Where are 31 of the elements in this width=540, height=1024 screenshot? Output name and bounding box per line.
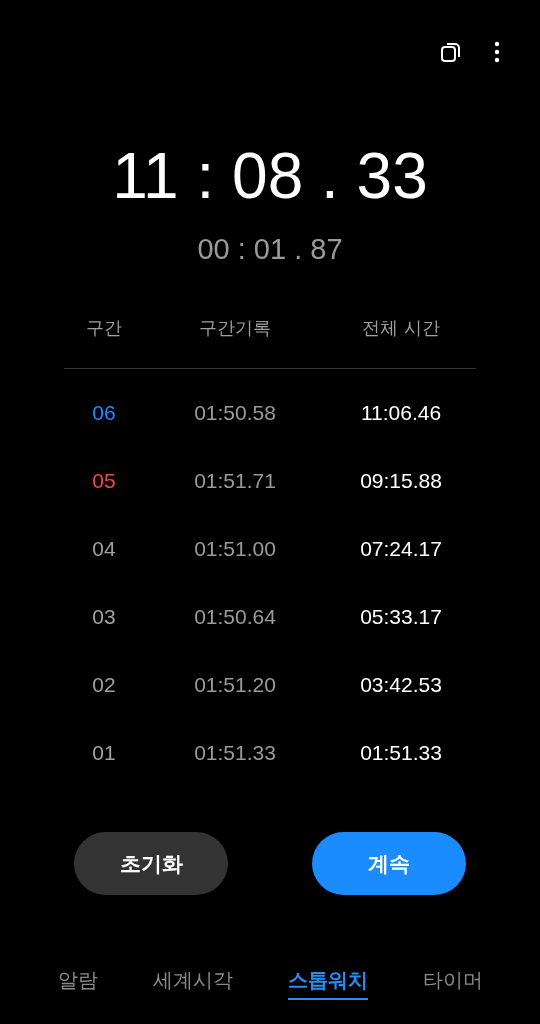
lap-number: 05 [92,469,116,493]
lap-number: 02 [92,673,116,697]
more-icon[interactable] [494,41,500,63]
lap-total: 09:15.88 [360,469,442,493]
lap-number: 06 [92,401,116,425]
tab[interactable]: 세계시각 [152,967,233,1000]
lap-number: 01 [92,741,116,765]
lap-total: 03:42.53 [360,673,442,697]
continue-button[interactable]: 계속 [312,832,466,895]
column-header: 전체 시간 [362,316,440,340]
lap-total: 07:24.17 [360,537,442,561]
lap-split: 01:50.58 [194,401,276,425]
lap-split: 01:50.64 [194,605,276,629]
lap-split: 01:51.20 [194,673,276,697]
lap-split: 01:51.00 [194,537,276,561]
column-header: 구간기록 [199,316,271,340]
tab[interactable]: 알람 [57,967,98,1000]
column-header: 구간 [86,316,122,340]
tab[interactable]: 타이머 [422,967,483,1000]
lap-number: 04 [92,537,116,561]
lap-total: 11:06.46 [360,401,442,425]
lap-total: 05:33.17 [360,605,442,629]
lap-split: 01:51.33 [194,741,276,765]
lap-time: 00 : 01 . 87 [196,232,344,266]
reset-button[interactable]: 초기화 [74,832,228,895]
copy-icon[interactable] [440,41,462,63]
stopwatch-time: 11 : 08 . 33 [111,140,429,212]
lap-split: 01:51.71 [194,469,276,493]
lap-number: 03 [92,605,116,629]
lap-total: 01:51.33 [360,741,442,765]
tab[interactable]: 스톱워치 [287,967,368,1000]
